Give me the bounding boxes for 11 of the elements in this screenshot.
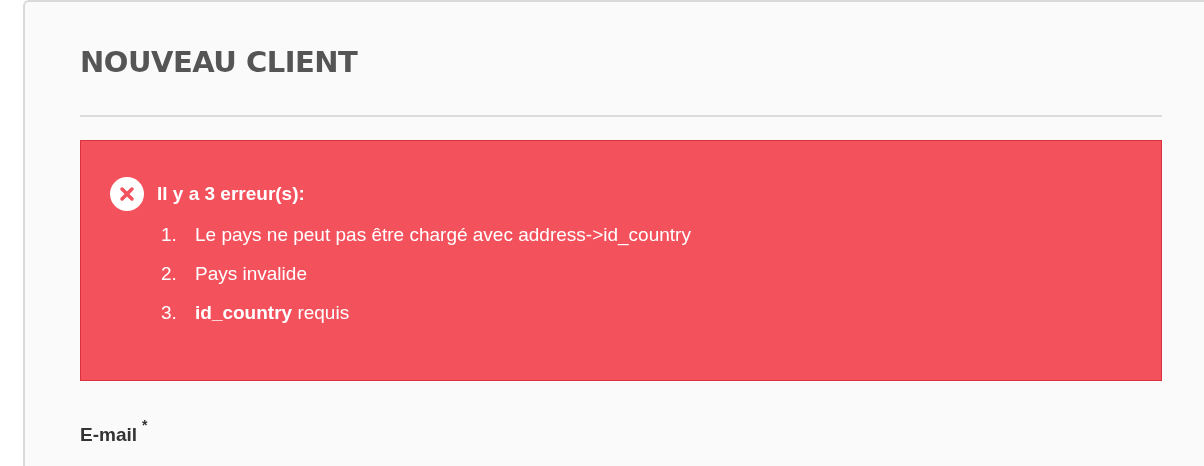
- required-mark: *: [142, 416, 148, 435]
- field-label: E-mail: [80, 423, 138, 447]
- error-message: id_country requis: [195, 301, 350, 325]
- list-number: 3.: [161, 301, 178, 325]
- page-title: NOUVEAU CLIENT: [80, 44, 359, 81]
- list-number: 2.: [161, 262, 178, 286]
- error-message: Pays invalide: [195, 262, 307, 286]
- list-number: 1.: [161, 223, 178, 247]
- error-icon: [110, 177, 144, 211]
- error-message: Le pays ne peut pas être chargé avec address->id_country: [195, 223, 691, 248]
- alert-heading: Il y a 3 erreur(s):: [157, 181, 305, 206]
